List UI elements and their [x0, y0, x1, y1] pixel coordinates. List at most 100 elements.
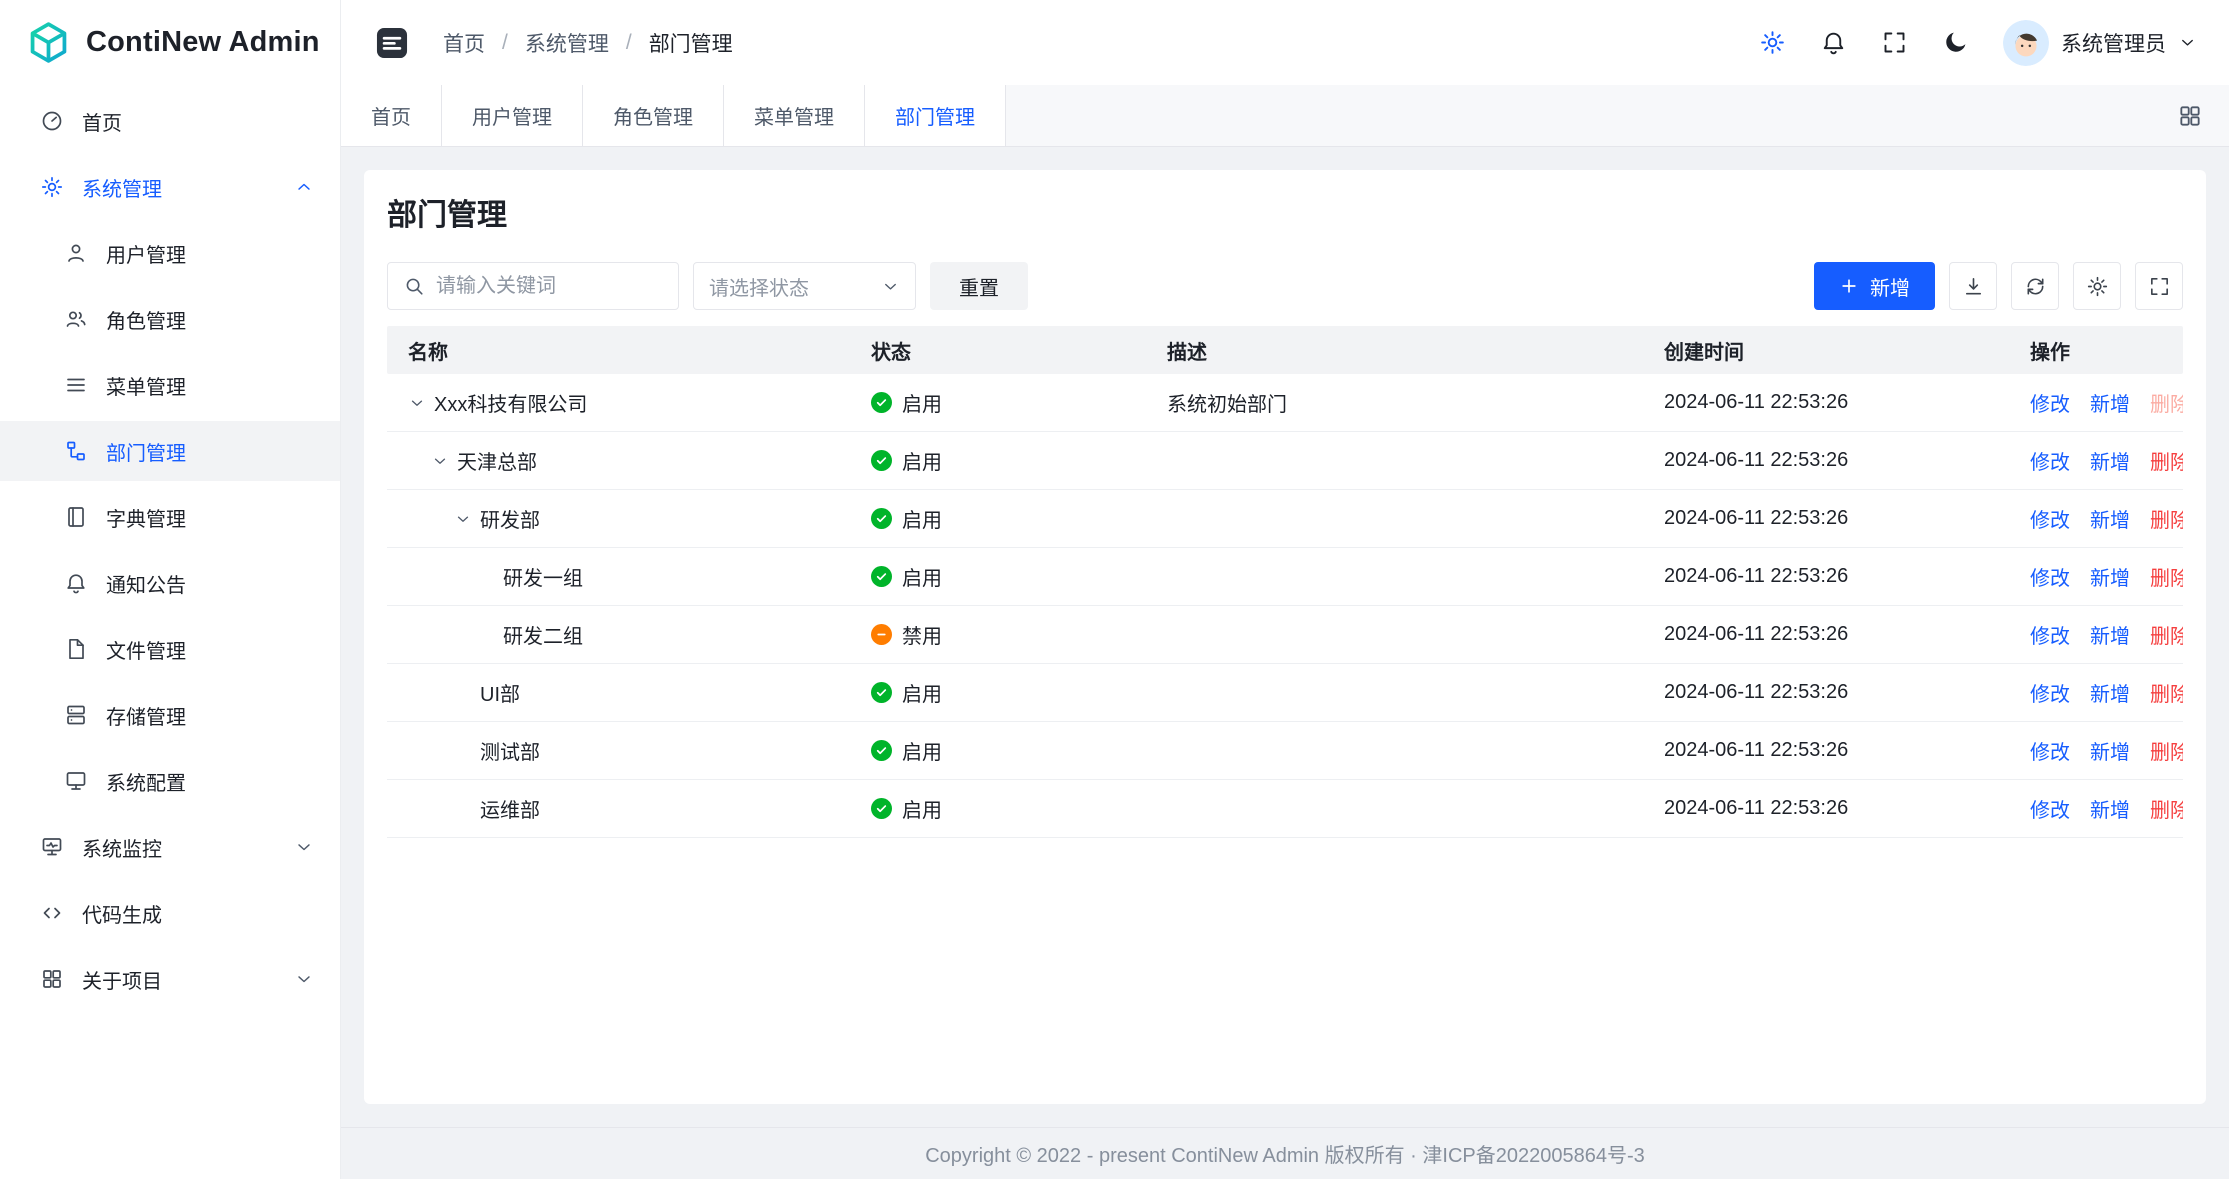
sidebar-item-user-management[interactable]: 用户管理 [0, 223, 340, 283]
modify-link[interactable]: 修改 [2030, 678, 2070, 707]
sidebar-item-department-management[interactable]: 部门管理 [0, 421, 340, 481]
sidebar-item-system-management[interactable]: 系统管理 [0, 157, 340, 217]
modify-link[interactable]: 修改 [2030, 794, 2070, 823]
dashboard-icon [40, 109, 64, 133]
delete-link[interactable]: 删除 [2150, 446, 2183, 475]
created-time: 2024-06-11 22:53:26 [1643, 449, 2009, 472]
add-link[interactable]: 新增 [2090, 736, 2130, 765]
download-button[interactable] [1949, 262, 1997, 310]
sidebar-item-file-management[interactable]: 文件管理 [0, 619, 340, 679]
add-link[interactable]: 新增 [2090, 620, 2130, 649]
apps-grid-icon[interactable] [2177, 85, 2229, 146]
modify-link[interactable]: 修改 [2030, 736, 2070, 765]
search-input[interactable] [436, 275, 663, 298]
table-settings-button[interactable] [2073, 262, 2121, 310]
add-link[interactable]: 新增 [2090, 678, 2130, 707]
sidebar-item-label: 首页 [82, 107, 122, 136]
page-title: 部门管理 [387, 190, 2183, 234]
dark-mode-icon[interactable] [1942, 29, 1969, 56]
sidebar-item-storage-management[interactable]: 存储管理 [0, 685, 340, 745]
settings-icon[interactable] [1759, 29, 1786, 56]
settings-icon [40, 175, 64, 199]
breadcrumb-item-home[interactable]: 首页 [443, 28, 485, 58]
delete-link[interactable]: 删除 [2150, 504, 2183, 533]
app-logo[interactable]: ContiNew Admin [0, 0, 340, 85]
sidebar-item-label: 字典管理 [106, 503, 186, 532]
sidebar-item-system-monitor[interactable]: 系统监控 [0, 817, 340, 877]
breadcrumb-item-system[interactable]: 系统管理 [525, 28, 609, 58]
search-box [387, 262, 679, 310]
sidebar-item-label: 部门管理 [106, 437, 186, 466]
sidebar-item-about-project[interactable]: 关于项目 [0, 949, 340, 1009]
delete-link: 删除 [2150, 388, 2183, 417]
department-name: 运维部 [480, 794, 540, 823]
notification-icon[interactable] [1820, 29, 1847, 56]
sidebar-item-notice[interactable]: 通知公告 [0, 553, 340, 613]
about-grid-icon [40, 967, 64, 991]
sidebar-item-label: 关于项目 [82, 965, 162, 994]
add-link[interactable]: 新增 [2090, 562, 2130, 591]
fullscreen-icon[interactable] [1881, 29, 1908, 56]
search-icon [403, 275, 425, 297]
add-link[interactable]: 新增 [2090, 794, 2130, 823]
sidebar-item-code-generation[interactable]: 代码生成 [0, 883, 340, 943]
status-label: 启用 [902, 736, 942, 765]
modify-link[interactable]: 修改 [2030, 388, 2070, 417]
refresh-button[interactable] [2011, 262, 2059, 310]
add-link[interactable]: 新增 [2090, 504, 2130, 533]
status-enabled-icon [871, 392, 892, 413]
table-fullscreen-button[interactable] [2135, 262, 2183, 310]
status-enabled-icon [871, 798, 892, 819]
delete-link[interactable]: 删除 [2150, 562, 2183, 591]
table-row: Xxx科技有限公司 启用 系统初始部门 2024-06-11 22:53:26 … [387, 374, 2183, 432]
tab-department-management[interactable]: 部门管理 [865, 85, 1006, 146]
modify-link[interactable]: 修改 [2030, 562, 2070, 591]
sidebar-item-role-management[interactable]: 角色管理 [0, 289, 340, 349]
delete-link[interactable]: 删除 [2150, 736, 2183, 765]
status-enabled-icon [871, 682, 892, 703]
user-menu[interactable]: 系统管理员 [2003, 20, 2197, 66]
storage-icon [64, 703, 88, 727]
status-label: 启用 [902, 562, 942, 591]
footer: Copyright © 2022 - present ContiNew Admi… [341, 1127, 2229, 1179]
add-button[interactable]: 新增 [1814, 262, 1935, 310]
menu-fold-icon[interactable] [373, 24, 411, 62]
tab-home[interactable]: 首页 [341, 85, 442, 146]
breadcrumb-item-current: 部门管理 [649, 28, 733, 58]
expand-toggle-icon[interactable] [408, 394, 426, 412]
status-label: 启用 [902, 388, 942, 417]
tab-role-management[interactable]: 角色管理 [583, 85, 724, 146]
chevron-down-icon [294, 969, 314, 989]
chevron-down-icon [294, 837, 314, 857]
add-link[interactable]: 新增 [2090, 388, 2130, 417]
chevron-down-icon [2178, 33, 2197, 52]
row-actions: 修改 新增 删除 [2009, 678, 2183, 707]
status-label: 启用 [902, 678, 942, 707]
sidebar-item-home[interactable]: 首页 [0, 91, 340, 151]
expand-toggle-icon[interactable] [454, 510, 472, 528]
delete-link[interactable]: 删除 [2150, 794, 2183, 823]
expand-toggle-icon[interactable] [431, 452, 449, 470]
sidebar-item-menu-management[interactable]: 菜单管理 [0, 355, 340, 415]
delete-link[interactable]: 删除 [2150, 678, 2183, 707]
table-row: 天津总部 启用 2024-06-11 22:53:26 修改 新增 删除 [387, 432, 2183, 490]
sidebar-item-label: 系统监控 [82, 833, 162, 862]
sidebar-item-system-config[interactable]: 系统配置 [0, 751, 340, 811]
tab-menu-management[interactable]: 菜单管理 [724, 85, 865, 146]
modify-link[interactable]: 修改 [2030, 620, 2070, 649]
sidebar-item-dictionary-management[interactable]: 字典管理 [0, 487, 340, 547]
modify-link[interactable]: 修改 [2030, 504, 2070, 533]
delete-link[interactable]: 删除 [2150, 620, 2183, 649]
modify-link[interactable]: 修改 [2030, 446, 2070, 475]
row-actions: 修改 新增 删除 [2009, 736, 2183, 765]
created-time: 2024-06-11 22:53:26 [1643, 797, 2009, 820]
status-select[interactable]: 请选择状态 [693, 262, 916, 310]
cube-logo-icon [26, 20, 71, 65]
add-link[interactable]: 新增 [2090, 446, 2130, 475]
tab-user-management[interactable]: 用户管理 [442, 85, 583, 146]
reset-button[interactable]: 重置 [930, 262, 1028, 310]
row-actions: 修改 新增 删除 [2009, 794, 2183, 823]
menu-list-icon [64, 373, 88, 397]
row-actions: 修改 新增 删除 [2009, 620, 2183, 649]
table-row: 研发部 启用 2024-06-11 22:53:26 修改 新增 删除 [387, 490, 2183, 548]
